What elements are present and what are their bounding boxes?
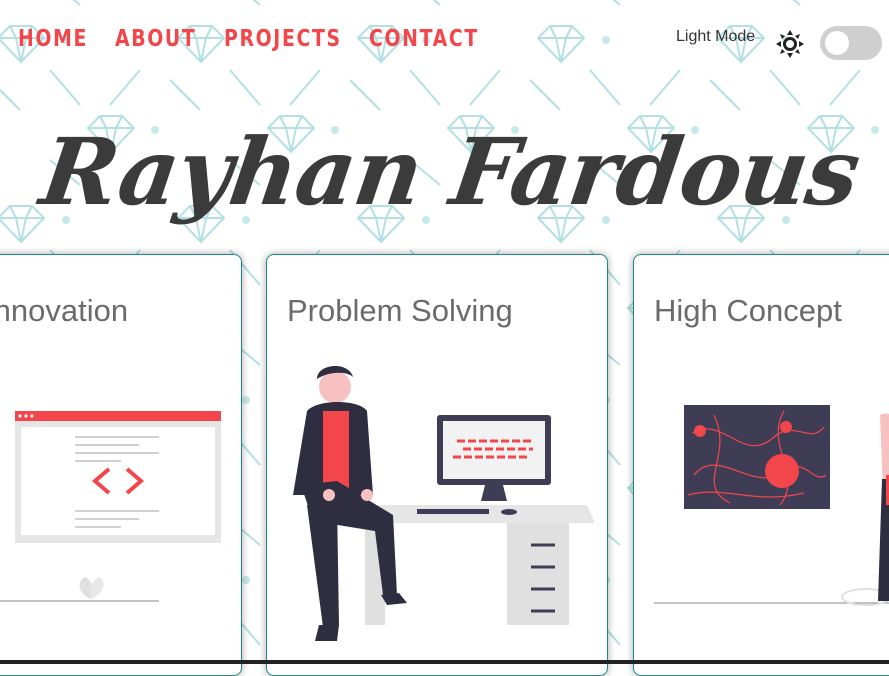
window-bottom-edge	[0, 660, 889, 664]
card-high-concept: High Concept	[633, 254, 889, 676]
nav-about-link[interactable]: ABOUT	[115, 26, 196, 52]
code-window-illustration	[0, 411, 221, 602]
toggle-knob	[825, 31, 849, 55]
nav-home-link[interactable]: HOME	[18, 26, 88, 52]
card-title: High Concept	[654, 293, 842, 328]
hero-title: Rayhan Fardous	[34, 118, 866, 226]
nav-contact-link[interactable]: CONTACT	[369, 26, 479, 52]
concept-board-illustration	[654, 405, 889, 606]
card-title: Problem Solving	[287, 293, 513, 328]
nav-projects-link[interactable]: PROJECTS	[224, 26, 342, 52]
sun-icon[interactable]	[775, 29, 805, 59]
theme-toggle[interactable]	[820, 26, 882, 60]
card-innovation: Innovation	[0, 254, 242, 676]
light-mode-label: Light Mode	[676, 28, 756, 45]
card-problem-solving: Problem Solving	[266, 254, 608, 676]
card-title: Innovation	[0, 293, 129, 328]
developer-desk-illustration	[293, 365, 595, 641]
theme-switcher: Light Mode	[676, 28, 755, 46]
